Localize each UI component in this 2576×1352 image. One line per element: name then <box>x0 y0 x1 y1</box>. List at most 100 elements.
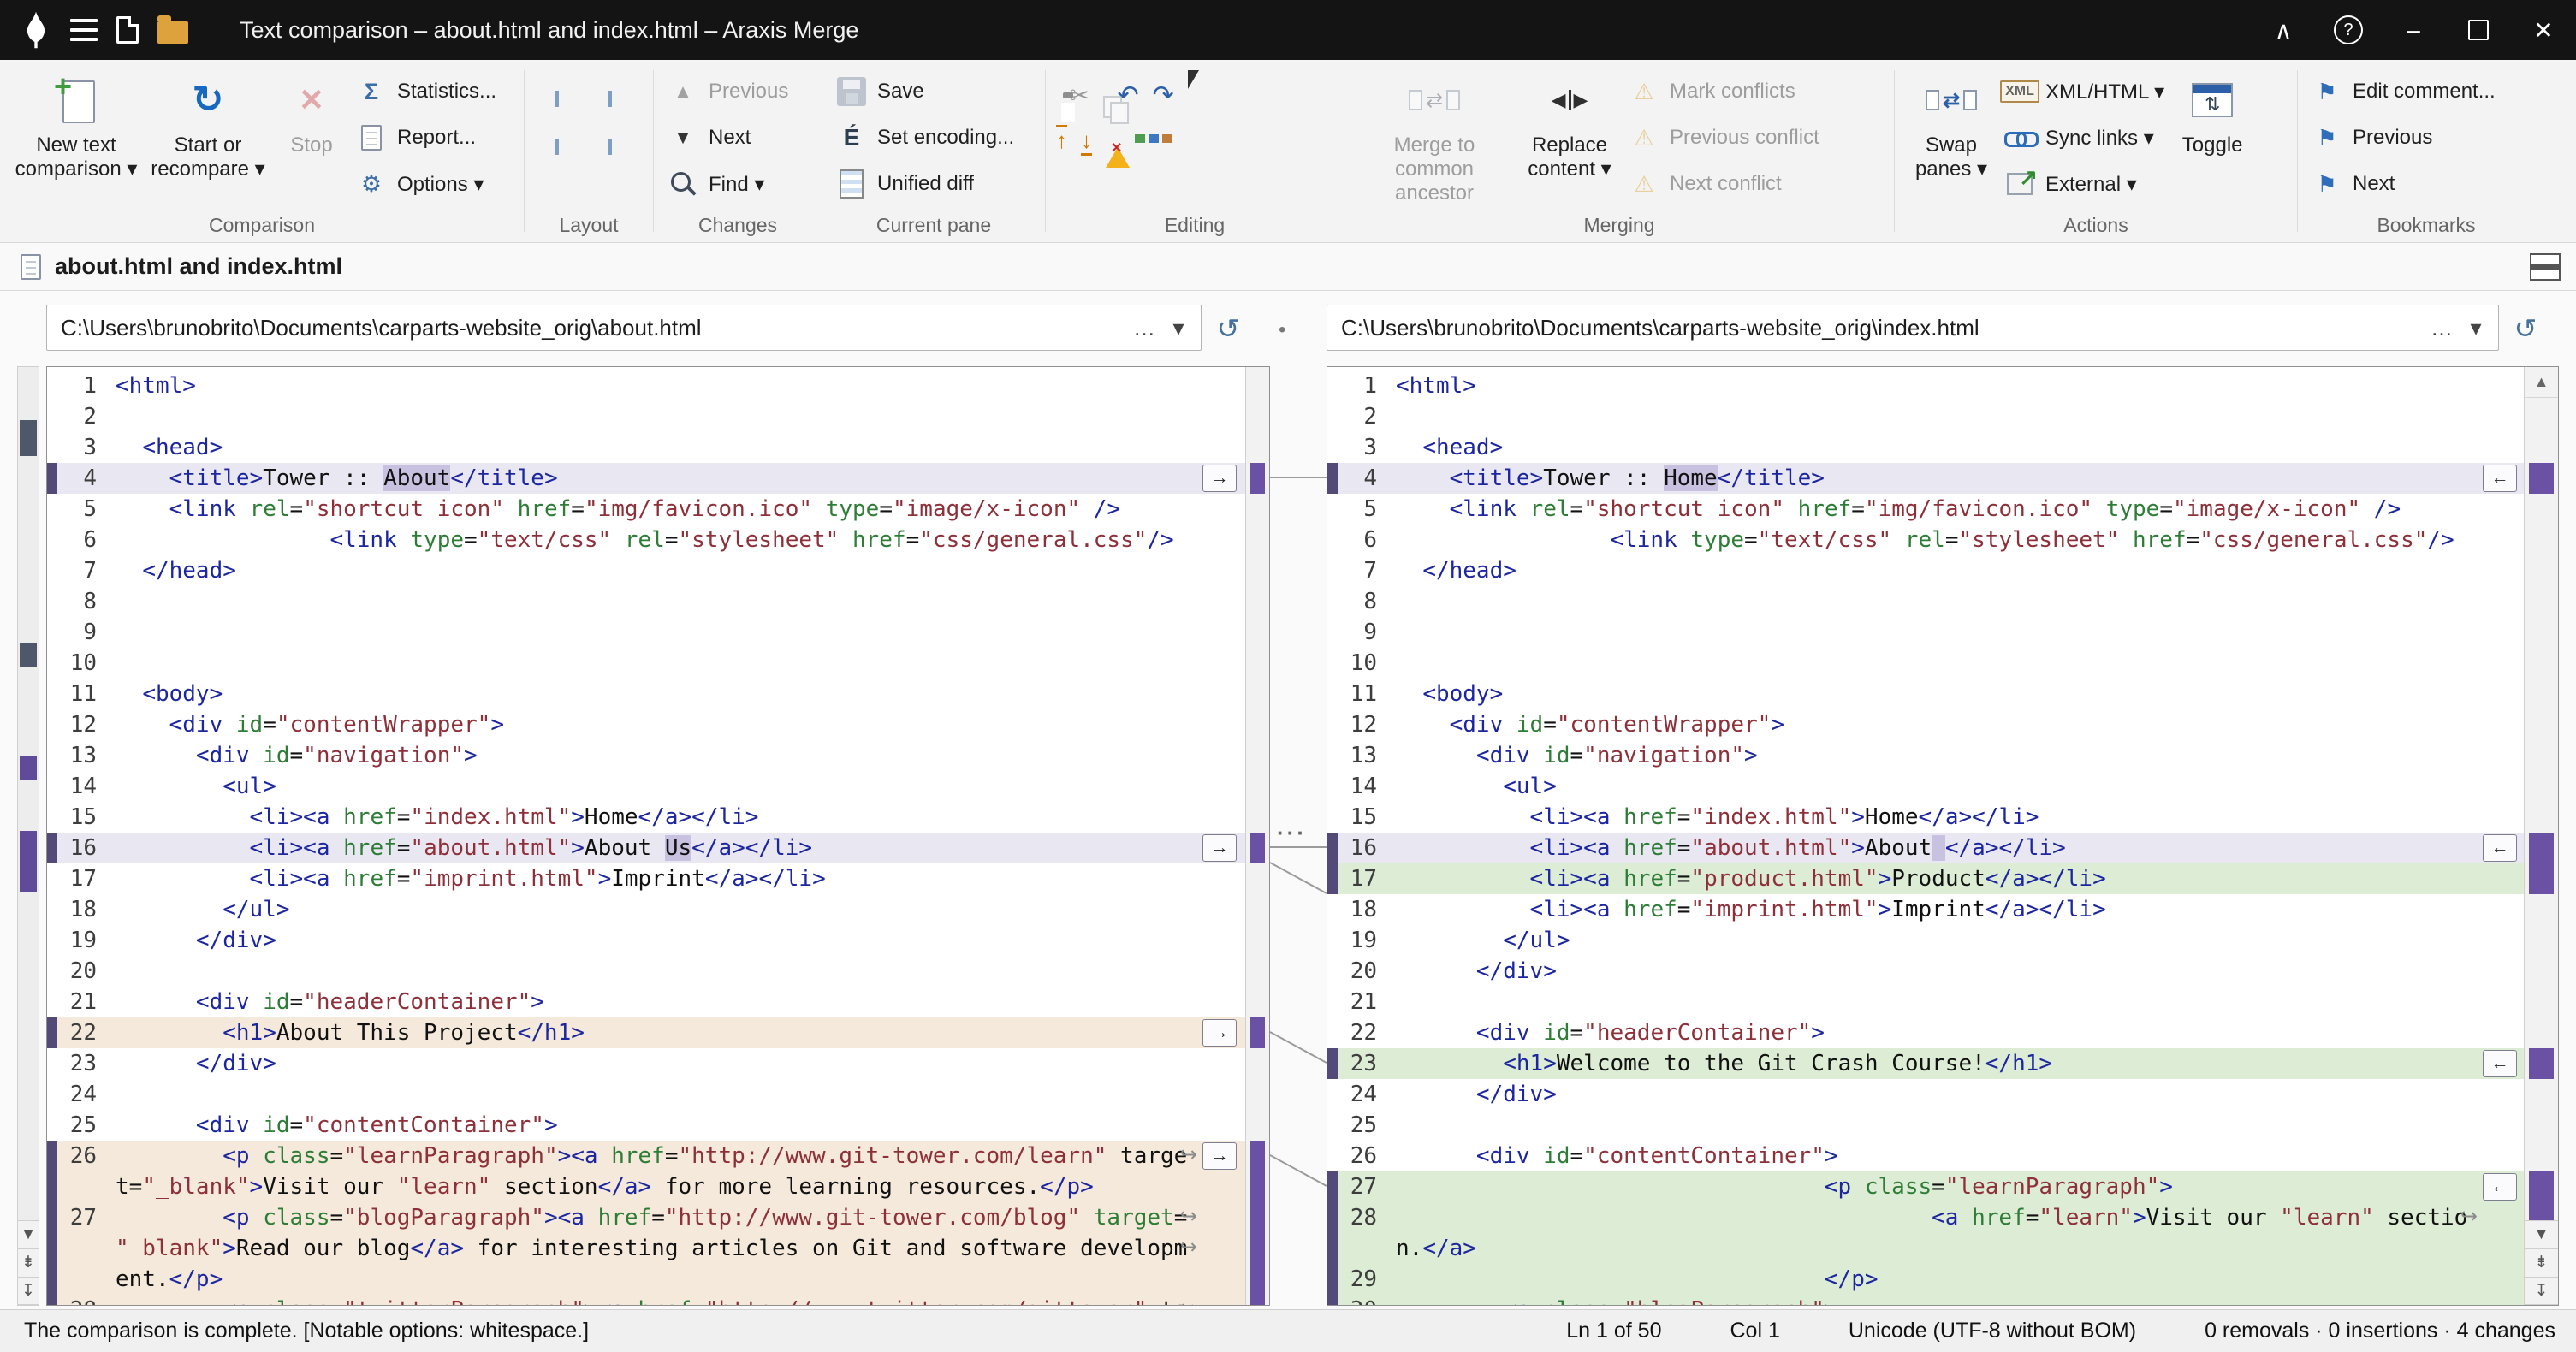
code-line[interactable]: 22 <div id="headerContainer"> <box>1327 1017 2524 1048</box>
code-text[interactable]: <body> <box>109 679 1245 709</box>
code-line[interactable]: 17 <li><a href="product.html">Product</a… <box>1327 863 2524 894</box>
code-line[interactable]: 15 <li><a href="index.html">Home</a></li… <box>1327 802 2524 833</box>
copy-button[interactable] <box>1101 79 1105 112</box>
push-change-right-button[interactable]: → <box>1202 1142 1237 1170</box>
code-text[interactable] <box>109 401 1245 432</box>
set-encoding-button[interactable]: É Set encoding... <box>831 118 1019 157</box>
edit-comment-button[interactable]: ⚑ Edit comment... <box>2306 72 2501 111</box>
save-button[interactable]: Save <box>831 72 1019 111</box>
code-text[interactable]: </ul> <box>109 894 1245 925</box>
left-scrollbar[interactable] <box>1245 367 1269 1305</box>
code-line[interactable]: 26 <p class="learnParagraph"><a href="ht… <box>47 1141 1245 1171</box>
code-line[interactable]: 10 <box>47 648 1245 679</box>
page-down-change-button[interactable]: ⇟ <box>17 1248 39 1277</box>
code-line[interactable]: 6 <link type="text/css" rel="stylesheet"… <box>47 525 1245 555</box>
paste-button[interactable] <box>1054 79 1058 112</box>
scroll-up-button[interactable]: ▲ <box>2525 367 2558 398</box>
code-text[interactable]: <li><a href="about.html">About </a></li> <box>1389 833 2524 863</box>
delete-lines-button[interactable] <box>1104 133 1131 149</box>
new-comparison-icon[interactable] <box>116 16 139 44</box>
code-text[interactable]: <div id="contentContainer"> <box>109 1110 1245 1141</box>
code-line[interactable]: 14 <ul> <box>1327 771 2524 802</box>
code-line[interactable]: 1<html> <box>1327 371 2524 401</box>
code-line[interactable]: 24 <box>47 1079 1245 1110</box>
code-line[interactable]: 15 <li><a href="index.html">Home</a></li… <box>47 802 1245 833</box>
code-text[interactable]: <link type="text/css" rel="stylesheet" h… <box>109 525 1245 555</box>
layout-two-columns-filled-button[interactable] <box>533 77 581 120</box>
code-text[interactable]: <li><a href="index.html">Home</a></li> <box>1389 802 2524 833</box>
change-mark[interactable] <box>20 831 37 892</box>
code-text[interactable]: "_blank">Read our blog</a> for interesti… <box>109 1233 1245 1264</box>
left-path-dropdown-button[interactable]: ▾ <box>1161 309 1196 347</box>
code-text[interactable]: ent.</p> <box>109 1264 1245 1295</box>
code-line[interactable]: 11 <body> <box>1327 679 2524 709</box>
scrollbar-change-mark[interactable] <box>1250 1017 1265 1048</box>
code-line[interactable]: 4 <title>Tower :: About</title>→ <box>47 463 1245 494</box>
code-text[interactable]: </div> <box>109 925 1245 956</box>
code-line[interactable]: 7 </head> <box>47 555 1245 586</box>
code-text[interactable]: <li><a href="imprint.html">Imprint</a></… <box>1389 894 2524 925</box>
xml-html-button[interactable]: XML XML/HTML ▾ <box>1999 72 2169 111</box>
last-change-button[interactable]: ↧ <box>2524 1277 2558 1305</box>
report-button[interactable]: Report... <box>351 118 502 157</box>
code-line[interactable]: "_blank">Read our blog</a> for interesti… <box>47 1233 1245 1264</box>
push-change-right-button[interactable]: → <box>1202 1019 1237 1047</box>
change-mark[interactable] <box>20 420 37 456</box>
scrollbar-change-mark[interactable] <box>2529 833 2554 894</box>
code-line[interactable]: 24 </div> <box>1327 1079 2524 1110</box>
code-line[interactable]: 9 <box>1327 617 2524 648</box>
code-line[interactable]: 18 </ul> <box>47 894 1245 925</box>
code-text[interactable]: <div id="contentContainer"> <box>1389 1141 2524 1171</box>
page-down-change-button[interactable]: ⇟ <box>2524 1248 2558 1277</box>
code-text[interactable] <box>109 586 1245 617</box>
isolate-change-button[interactable] <box>1155 139 1159 143</box>
previous-bookmark-button[interactable]: ⚑ Previous <box>2306 118 2501 157</box>
code-text[interactable]: <link type="text/css" rel="stylesheet" h… <box>1389 525 2524 555</box>
code-text[interactable] <box>109 648 1245 679</box>
copy-lines-after-button[interactable]: ↓ <box>1079 126 1094 156</box>
push-change-right-button[interactable]: → <box>1202 834 1237 862</box>
redo-button[interactable]: ↷ <box>1151 79 1176 112</box>
code-line[interactable]: 23 <h1>Welcome to the Git Crash Course!<… <box>1327 1048 2524 1079</box>
code-line[interactable]: 20 <box>47 956 1245 987</box>
code-text[interactable]: <ul> <box>1389 771 2524 802</box>
left-path-history-button[interactable]: ↺ <box>1208 310 1248 347</box>
code-text[interactable]: <ul> <box>109 771 1245 802</box>
push-change-left-button[interactable]: ← <box>2483 1050 2517 1077</box>
push-change-left-button[interactable]: ← <box>2483 1173 2517 1201</box>
open-folder-icon[interactable] <box>157 16 188 44</box>
scrollbar-change-mark[interactable] <box>1250 463 1265 494</box>
code-line[interactable]: 8 <box>47 586 1245 617</box>
start-or-recompare-button[interactable]: ↻ Start or recompare ▾ <box>144 70 272 185</box>
next-change-down-button[interactable]: ▼ <box>17 1220 39 1248</box>
code-line[interactable]: 3 <head> <box>1327 432 2524 463</box>
code-text[interactable]: </head> <box>109 555 1245 586</box>
minimize-button[interactable]: – <box>2381 0 2446 60</box>
code-line[interactable]: 17 <li><a href="imprint.html">Imprint</a… <box>47 863 1245 894</box>
code-text[interactable] <box>1389 401 2524 432</box>
code-text[interactable]: <div id="headerContainer"> <box>1389 1017 2524 1048</box>
code-line[interactable]: 4 <title>Tower :: Home</title>← <box>1327 463 2524 494</box>
left-file-path-bar[interactable]: C:\Users\brunobrito\Documents\carparts-w… <box>46 305 1202 351</box>
code-text[interactable]: </div> <box>109 1048 1245 1079</box>
code-text[interactable]: <head> <box>1389 432 2524 463</box>
push-change-left-button[interactable]: ← <box>2483 834 2517 862</box>
code-text[interactable] <box>109 956 1245 987</box>
code-text[interactable] <box>109 617 1245 648</box>
code-line[interactable]: 2 <box>1327 401 2524 432</box>
code-line[interactable]: 30 <p class="blogParagraph"> <box>1327 1295 2524 1305</box>
right-path-dropdown-button[interactable]: ▾ <box>2459 309 2493 347</box>
join-lines-button[interactable] <box>1169 139 1172 143</box>
code-text[interactable]: <title>Tower :: Home</title> <box>1389 463 2524 494</box>
code-text[interactable]: <p class="learnParagraph"> <box>1389 1171 2524 1202</box>
code-line[interactable]: 19 </ul> <box>1327 925 2524 956</box>
code-text[interactable]: <li><a href="imprint.html">Imprint</a></… <box>109 863 1245 894</box>
copy-lines-before-button[interactable]: ↑ <box>1054 126 1069 156</box>
code-line[interactable]: 20 </div> <box>1327 956 2524 987</box>
code-line[interactable]: 23 </div> <box>47 1048 1245 1079</box>
code-line[interactable]: 18 <li><a href="imprint.html">Imprint</a… <box>1327 894 2524 925</box>
code-line[interactable]: 11 <body> <box>47 679 1245 709</box>
unified-diff-button[interactable]: Unified diff <box>831 164 1019 204</box>
code-line[interactable]: ent.</p> <box>47 1264 1245 1295</box>
right-scrollbar[interactable]: ▲ ▼ ⇟ ↧ <box>2524 367 2558 1305</box>
